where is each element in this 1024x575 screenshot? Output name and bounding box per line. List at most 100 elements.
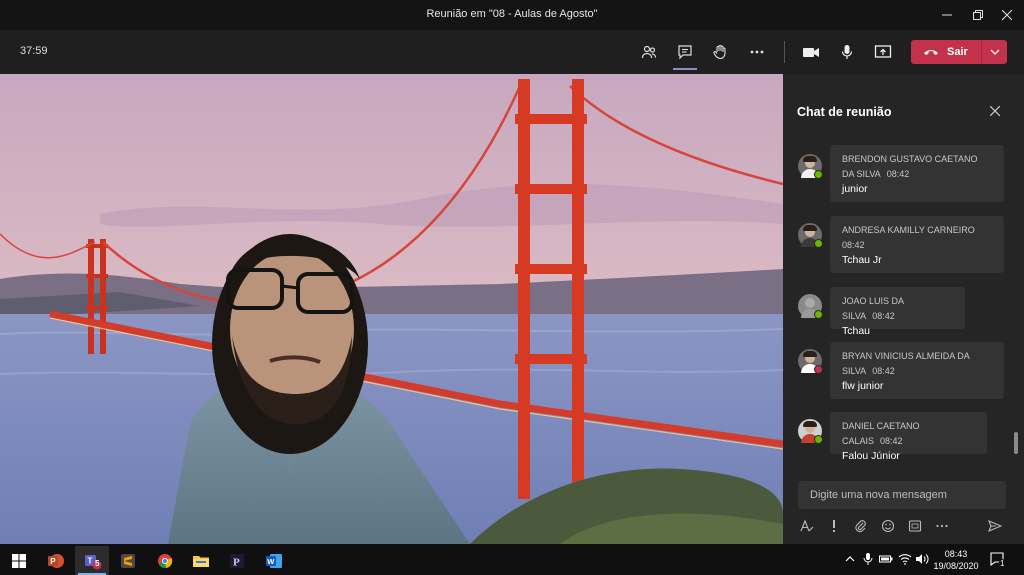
more-actions-button[interactable] (743, 38, 771, 66)
gif-icon (908, 520, 922, 532)
avatar[interactable] (798, 419, 823, 444)
message-bubble[interactable]: BRENDON GUSTAVO CAETANO DA SILVA 08:42 ju… (830, 145, 1004, 202)
avatar[interactable] (798, 349, 823, 374)
chat-button[interactable] (671, 38, 699, 70)
avatar[interactable] (798, 223, 823, 248)
minimize-button[interactable] (930, 0, 964, 30)
message-text: flw junior (842, 380, 884, 392)
title-bar: Reunião em "08 - Aulas de Agosto" (0, 0, 1024, 30)
message-bubble[interactable]: ANDRESA KAMILLY CARNEIRO 08:42 Tchau Jr (830, 216, 1004, 273)
close-window-button[interactable] (990, 0, 1024, 30)
taskbar-powerpoint[interactable]: P (39, 546, 73, 575)
taskbar-word[interactable]: W (257, 546, 291, 575)
message-text: junior (842, 183, 868, 195)
share-screen-icon (874, 45, 892, 58)
sublime-text-icon (121, 553, 135, 568)
avatar[interactable] (798, 294, 823, 319)
close-chat-button[interactable] (987, 103, 1003, 119)
leave-meeting-button[interactable]: Sair (911, 40, 1007, 64)
meeting-toolbar: 37:59 Sair (0, 30, 1024, 74)
close-icon (1002, 10, 1012, 20)
participants-button[interactable] (635, 38, 663, 66)
notification-count: 1 (999, 559, 1006, 568)
powerpoint-icon: P (48, 553, 64, 568)
emoji-button[interactable] (880, 518, 896, 534)
status-available-icon (814, 310, 823, 319)
format-button[interactable] (799, 518, 815, 534)
message-time: 08:42 (880, 436, 903, 446)
tray-volume[interactable] (915, 552, 929, 566)
chrome-icon (158, 553, 173, 568)
more-icon (936, 524, 948, 528)
taskbar: P T 5 P W 08:43 19/08/2020 1 (0, 544, 1024, 575)
compose-box[interactable] (798, 481, 1006, 509)
more-icon (750, 50, 764, 54)
send-button[interactable] (987, 518, 1003, 534)
message-text: Tchau (842, 325, 871, 337)
battery-icon (879, 555, 893, 563)
meeting-timer: 37:59 (20, 45, 48, 57)
leave-main[interactable]: Sair (911, 40, 981, 64)
avatar[interactable] (798, 154, 823, 179)
chat-icon (678, 45, 692, 60)
chevron-up-icon (845, 556, 855, 562)
emoji-icon (881, 519, 895, 533)
message-bubble[interactable]: DANIEL CAETANO CALAIS 08:42 Falou Júnior (830, 412, 987, 462)
message-sender: BRYAN VINICIUS ALMEIDA DA SILVA (842, 351, 970, 376)
folder-icon (193, 555, 209, 567)
message-time: 08:42 (872, 366, 895, 376)
video-camera-icon (803, 48, 819, 57)
chat-panel-title: Chat de reunião (797, 105, 892, 119)
microphone-button[interactable] (833, 38, 861, 66)
tray-microphone[interactable] (861, 552, 875, 566)
video-stage (0, 74, 783, 544)
message-input[interactable] (798, 481, 1006, 509)
share-screen-button[interactable] (869, 38, 897, 66)
important-button[interactable] (826, 518, 842, 534)
message-time: 08:42 (886, 169, 910, 179)
svg-text:T: T (88, 556, 93, 565)
teams-badge: 5 (95, 559, 100, 568)
taskbar-chrome[interactable] (148, 546, 182, 575)
clock-time: 08:43 (944, 549, 968, 559)
notification-center-button[interactable]: 1 (990, 552, 1006, 568)
message-text: Tchau Jr (842, 254, 882, 266)
microphone-icon (863, 553, 873, 565)
chat-scrollbar[interactable] (1014, 432, 1018, 454)
taskbar-clock[interactable]: 08:43 19/08/2020 (930, 548, 982, 572)
status-busy-icon (814, 365, 823, 374)
show-hidden-icons-button[interactable] (843, 552, 857, 566)
exclamation-icon (833, 520, 835, 532)
more-options-button[interactable] (934, 518, 950, 534)
send-icon (988, 519, 1002, 533)
attach-button[interactable] (853, 518, 869, 534)
window-title: Reunião em "08 - Aulas de Agosto" (426, 8, 598, 20)
leave-label: Sair (947, 46, 968, 58)
speaker-icon (916, 554, 929, 564)
status-available-icon (814, 435, 823, 444)
message-bubble[interactable]: BRYAN VINICIUS ALMEIDA DA SILVA 08:42 flw… (830, 342, 1004, 399)
raise-hand-button[interactable] (706, 38, 734, 66)
toolbar-divider (784, 41, 785, 63)
taskbar-sublime[interactable] (111, 546, 145, 575)
tray-battery[interactable] (879, 552, 893, 566)
taskbar-pycharm[interactable]: P (220, 546, 254, 575)
message-sender: BRENDON GUSTAVO CAETANO DA SILVA (842, 154, 978, 179)
message-sender: ANDRESA KAMILLY CARNEIRO (842, 225, 975, 235)
taskbar-teams[interactable]: T 5 (75, 546, 109, 575)
hand-icon (713, 44, 726, 60)
start-button[interactable] (2, 546, 36, 575)
windows-icon (12, 553, 26, 568)
message-text: Falou Júnior (842, 450, 900, 462)
svg-text:P: P (233, 556, 240, 568)
tray-wifi[interactable] (898, 552, 912, 566)
wifi-icon (898, 554, 912, 565)
leave-options-button[interactable] (982, 40, 1007, 64)
gif-button[interactable] (907, 518, 923, 534)
message-bubble[interactable]: JOAO LUIS DA SILVA 08:42 Tchau (830, 287, 965, 337)
close-icon (990, 106, 1000, 116)
restore-icon (973, 10, 983, 20)
people-icon (641, 45, 657, 59)
camera-button[interactable] (797, 38, 825, 66)
taskbar-file-explorer[interactable] (184, 546, 218, 575)
